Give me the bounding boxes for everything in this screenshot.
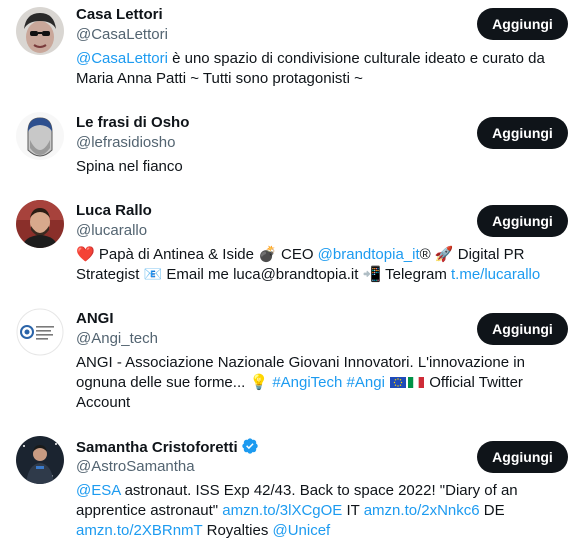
rocket-icon: 🚀: [434, 246, 454, 263]
bomb-icon: 💣: [258, 246, 277, 263]
bio-link[interactable]: @CasaLettori: [76, 50, 168, 67]
user-cell[interactable]: Samantha Cristoforetti @AstroSamantha @E…: [0, 424, 585, 541]
user-cell[interactable]: Casa Lettori @CasaLettori @CasaLettori è…: [0, 0, 585, 100]
user-bio: ❤️ Papà di Antinea & Iside 💣 CEO @brandt…: [76, 245, 566, 285]
display-name[interactable]: Luca Rallo: [76, 201, 152, 221]
display-name[interactable]: ANGI: [76, 309, 114, 329]
bio-link[interactable]: #AngiTech: [272, 374, 342, 391]
bio-text: Telegram: [381, 266, 451, 283]
user-handle[interactable]: @lefrasidiosho: [76, 133, 175, 153]
bio-text: ®: [419, 246, 435, 263]
avatar[interactable]: [16, 112, 64, 160]
user-handle[interactable]: @AstroSamantha: [76, 457, 195, 477]
bio-link[interactable]: #Angi: [347, 374, 385, 391]
user-handle[interactable]: @Angi_tech: [76, 329, 158, 349]
bulb-icon: 💡: [249, 374, 269, 391]
user-handle[interactable]: @CasaLettori: [76, 25, 168, 45]
heart-icon: ❤️: [76, 246, 95, 263]
user-bio: ANGI - Associazione Nazionale Giovani In…: [76, 353, 566, 413]
user-bio: Spina nel fianco: [76, 157, 566, 177]
display-name[interactable]: Le frasi di Osho: [76, 113, 189, 133]
bio-text: CEO: [276, 246, 318, 263]
flag-eu-icon: [389, 374, 407, 391]
follow-button[interactable]: Aggiungi: [477, 313, 568, 345]
bio-text: Spina nel fianco: [76, 158, 183, 175]
bio-link[interactable]: amzn.to/2XBRnmT: [76, 522, 202, 539]
avatar[interactable]: [16, 436, 64, 484]
user-handle[interactable]: @lucarallo: [76, 221, 147, 241]
flag-it-icon: [407, 374, 425, 391]
avatar[interactable]: [16, 7, 64, 55]
bio-text: Email me luca@brandtopia.it: [162, 266, 363, 283]
avatar[interactable]: [16, 308, 64, 356]
user-bio: @CasaLettori è uno spazio di condivision…: [76, 49, 566, 89]
verified-badge-icon: [241, 437, 259, 461]
user-cell[interactable]: ANGI @Angi_tech ANGI - Associazione Nazi…: [0, 296, 585, 424]
follow-button[interactable]: Aggiungi: [477, 117, 568, 149]
bio-link[interactable]: amzn.to/2xNnkc6: [364, 502, 480, 519]
user-cell[interactable]: Le frasi di Osho @lefrasidiosho Spina ne…: [0, 100, 585, 188]
avatar[interactable]: [16, 200, 64, 248]
follow-button[interactable]: Aggiungi: [477, 8, 568, 40]
display-name-text[interactable]: Samantha Cristoforetti: [76, 439, 238, 456]
bio-link[interactable]: @Unicef: [272, 522, 330, 539]
display-name[interactable]: Casa Lettori: [76, 5, 163, 25]
follow-button[interactable]: Aggiungi: [477, 441, 568, 473]
bio-text: Papà di Antinea & Iside: [94, 246, 259, 263]
bio-text: DE: [479, 502, 505, 519]
user-bio: @ESA astronaut. ISS Exp 42/43. Back to s…: [76, 481, 566, 541]
bio-text: IT: [342, 502, 364, 519]
bio-link[interactable]: @ESA: [76, 482, 120, 499]
follow-button[interactable]: Aggiungi: [477, 205, 568, 237]
bio-link[interactable]: amzn.to/3lXCgOE: [222, 502, 342, 519]
bio-link[interactable]: t.me/lucarallo: [451, 266, 540, 283]
phone-icon: 📲: [362, 266, 382, 283]
user-cell[interactable]: Luca Rallo @lucarallo ❤️ Papà di Antinea…: [0, 188, 585, 296]
bio-link[interactable]: @brandtopia_it: [318, 246, 420, 263]
envelope-icon: 📧: [143, 266, 163, 283]
bio-text: Royalties: [202, 522, 273, 539]
